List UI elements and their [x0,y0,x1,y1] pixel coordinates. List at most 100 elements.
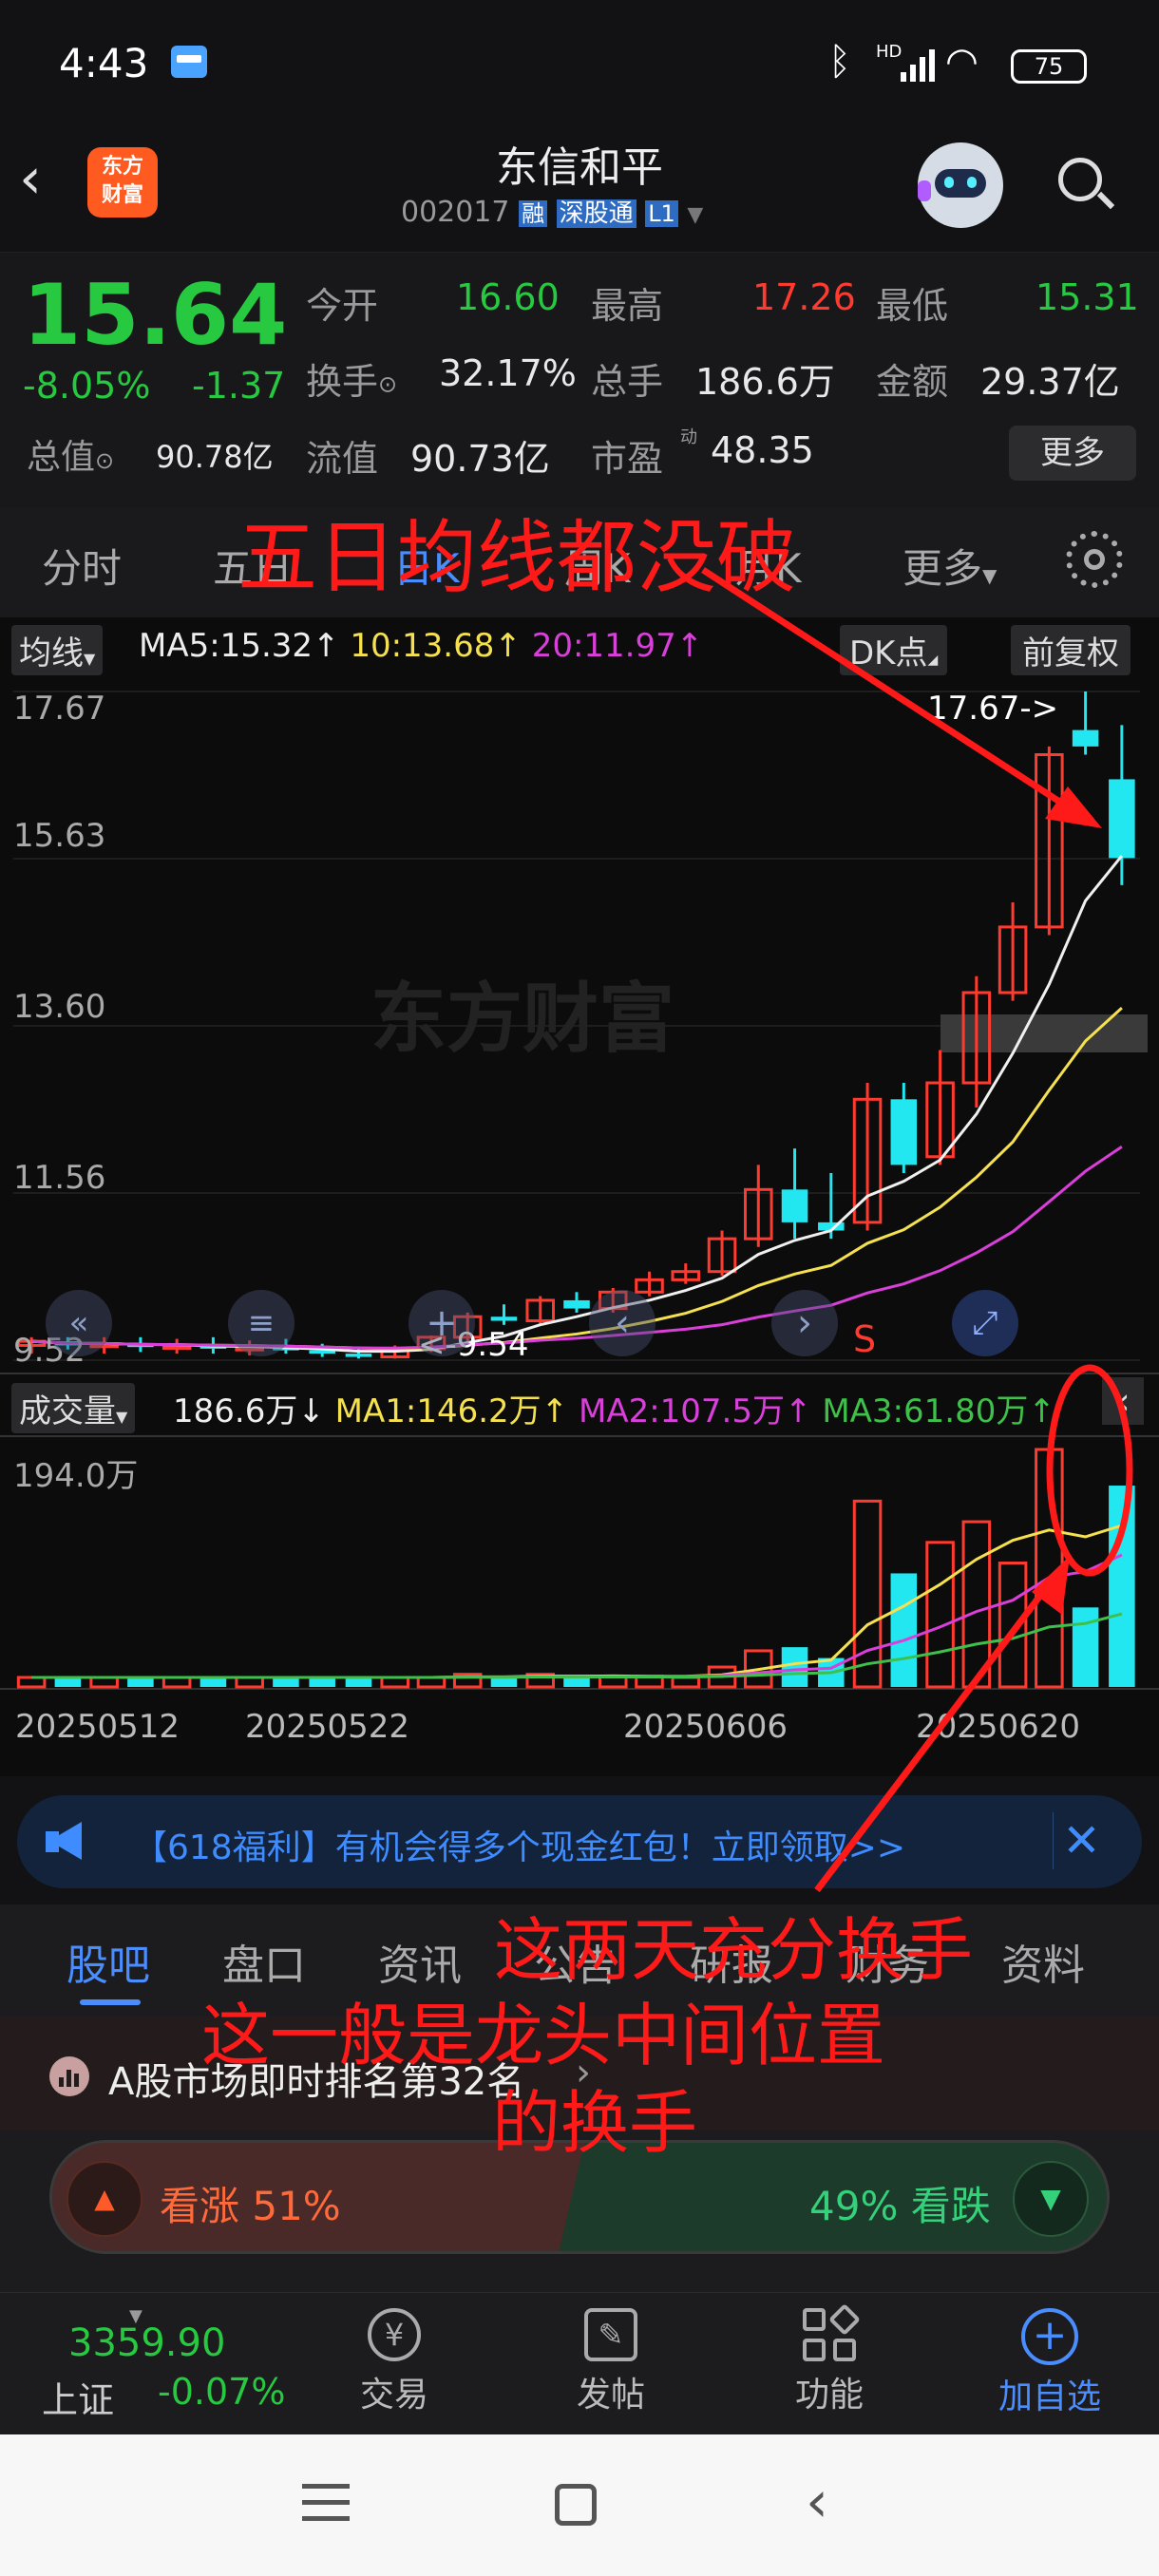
battery-level: 75 [1034,53,1064,80]
scroll-left-icon[interactable]: ‹ [589,1290,656,1356]
open-value: 16.60 [456,276,560,318]
volume-bar [998,1562,1028,1689]
clock: 4:43 [59,40,149,86]
status-bar: 4:43 ᛒ HD ◠ 75 [0,0,1159,133]
sell-signal: S [853,1318,877,1360]
tag-rong: 融 [519,200,548,227]
ma5-line [31,854,1124,1354]
nav-functions[interactable]: 功能 [787,2302,872,2426]
plus-circle-icon: + [1021,2308,1078,2365]
vol-legend: 186.6万↓ MA1:146.2万↑ MA2:107.5万↑ MA3:61.8… [173,1385,1055,1431]
volume-bar [925,1541,955,1689]
volume-bar [563,1677,590,1687]
volume-bar [1035,1448,1064,1689]
mktcap-label[interactable]: 总值⊙ [27,429,114,479]
date-label-2: 20250606 [623,1708,788,1746]
arrow-up-icon: ↑ [785,1392,812,1430]
scroll-right-icon[interactable]: › [771,1290,838,1356]
arrow-up-icon: ↑ [1028,1392,1055,1430]
stock-header: ‹ 东方 财富 东信和平 002017 融 深股通 L1 ▼ [0,133,1159,252]
vol-selector-label: 成交量 [19,1392,116,1430]
vote-down-label: 49% 看跌 [809,2183,991,2229]
candle-body [1072,729,1099,747]
candle-body [490,1316,518,1321]
vol-ma1-line [31,1524,1123,1679]
annotation-1: 五日均线都没破 [238,511,797,604]
tab-fenshi[interactable]: 分时 [42,537,122,595]
nav-add-watchlist[interactable]: + 加自选 [988,2302,1112,2426]
home-icon[interactable] [555,2484,597,2526]
vote-down-button[interactable]: ▼ [1013,2161,1089,2237]
search-icon[interactable] [1054,154,1115,213]
volume-bar [490,1677,518,1687]
collapse-panel-icon[interactable]: ‹ [1102,1377,1144,1425]
signal-icon [901,46,935,82]
fullscreen-icon[interactable]: ⤢ [952,1290,1018,1356]
nav-post[interactable]: ✎ 发帖 [568,2302,654,2426]
turnover-value: 32.17% [439,352,577,394]
low-label: 最低 [876,285,949,327]
pe-value: 48.35 [711,429,814,471]
tab-guba[interactable]: 股吧 [66,1931,150,1992]
index-value: 3359.90 [68,2321,226,2365]
vol-selector[interactable]: 成交量▼ [11,1383,136,1433]
vote-up-label: 看涨 51% [160,2183,341,2229]
index-widget[interactable]: ▼ 3359.90 上证 -0.07% [34,2306,319,2426]
nav-trade-label: 交易 [359,2376,428,2415]
index-name: 上证 [42,2379,115,2421]
tab-profile[interactable]: 资料 [1001,1931,1085,1992]
caret-down-icon: ▼ [982,564,998,587]
kline-chart[interactable]: 均线▼ MA5:15.32↑ 10:13.68↑ 20:11.97↑ DK点◢ … [0,617,1159,1776]
tag-l1: L1 [645,200,678,227]
arrow-down-icon: ↓ [297,1392,325,1430]
battery-icon: 75 [1011,49,1087,84]
vote-up-button[interactable]: ▲ [66,2161,142,2237]
mktcap-label-text: 总值 [27,438,96,477]
menu-icon[interactable]: ≡ [228,1290,294,1356]
back-nav-icon[interactable]: ‹ [806,2469,828,2535]
stock-code-row[interactable]: 002017 融 深股通 L1 ▼ [401,194,703,232]
candle-body [890,1099,918,1165]
tag-sgt: 深股通 [556,199,636,228]
y-label-3: 11.56 [13,1159,106,1197]
nav-trade[interactable]: ¥ 交易 [352,2302,437,2426]
settings-gear-icon[interactable] [1066,531,1123,588]
volume-bar [781,1647,808,1687]
chart-svg: 东方财富 [0,691,1159,1690]
annotation-3: 这一般是龙头中间位置 [201,1996,886,2075]
pe-label: 市盈 [591,438,664,480]
tab-more-label: 更多 [902,545,983,592]
float-cap-label: 流值 [306,438,379,480]
price-highlight-band [940,1014,1148,1052]
rank-chart-icon [49,2056,89,2096]
collapse-left-icon[interactable]: « [46,1290,112,1356]
megaphone-body [46,1831,59,1852]
quote-grid: 今开 16.60 最高 17.26 最低 15.31 换手⊙ 32.17% 总手… [306,276,1142,419]
notification-icon [171,46,207,78]
volume-bar [961,1520,992,1689]
last-price: 15.64 [23,266,288,364]
candle-body [781,1189,808,1222]
info-icon: ⊙ [95,447,115,474]
volume-bar [852,1499,883,1689]
turnover-label[interactable]: 换手⊙ [306,352,397,405]
promo-banner[interactable]: 【618福利】有机会得多个现金红包！立即领取>> ✕ [17,1795,1142,1888]
change-value: -1.37 [192,365,286,407]
zoom-in-icon[interactable]: + [408,1290,475,1356]
vol-value: 186.6万 [173,1392,298,1430]
more-quote-button[interactable]: 更多 [1009,426,1136,481]
robot-assistant-icon[interactable] [918,142,1003,228]
y-label-2: 13.60 [13,988,106,1026]
low-value: 15.31 [1036,276,1139,318]
close-icon[interactable]: ✕ [1053,1812,1110,1869]
chevron-down-icon: ▼ [687,203,704,227]
arrow-up-icon: ↑ [541,1392,569,1430]
banner-text: 【618福利】有机会得多个现金红包！立即领取>> [133,1828,906,1867]
index-change: -0.07% [158,2371,286,2413]
vol-ma2: MA2:107.5万 [578,1392,785,1430]
watermark: 东方财富 [370,975,674,1063]
tab-more[interactable]: 更多▼ [902,537,997,595]
candle-body [1109,779,1135,859]
change-pct: -8.05% [23,365,151,407]
recent-apps-icon[interactable] [302,2484,350,2526]
